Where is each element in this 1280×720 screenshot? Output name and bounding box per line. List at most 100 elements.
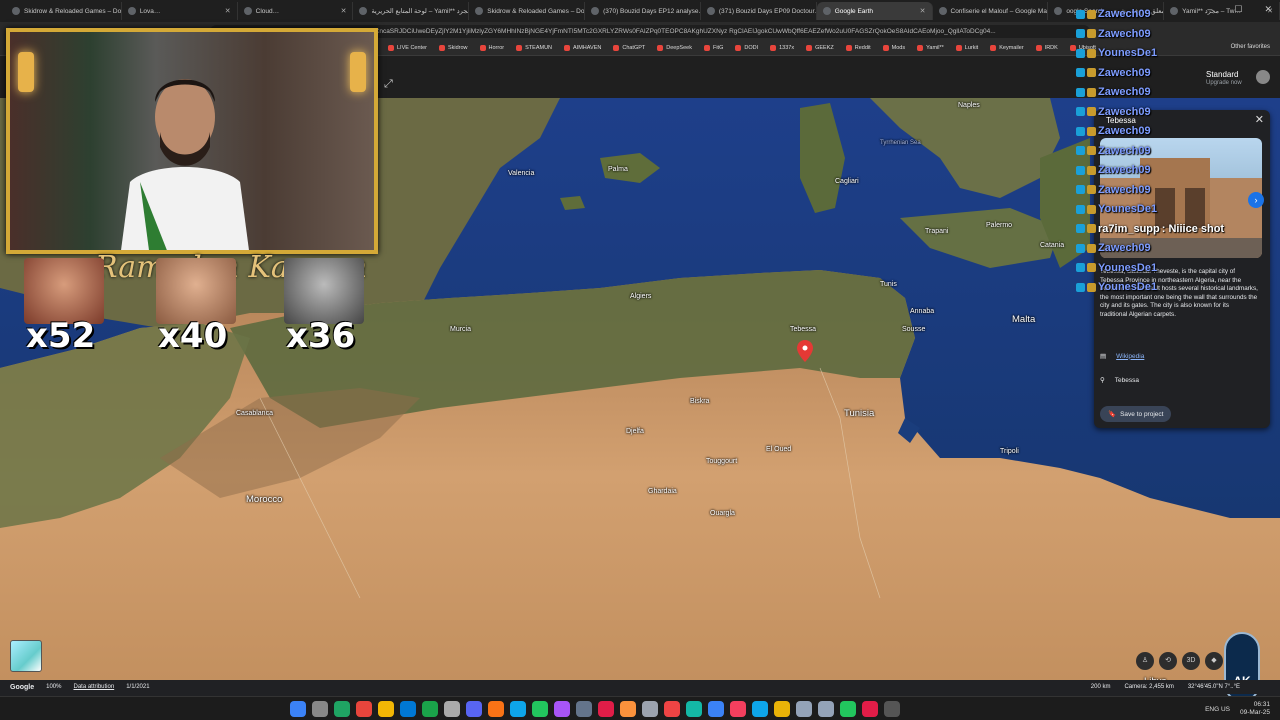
browser-tab[interactable]: (370) Bouzid Days EP12 analyse…✕ [585,2,701,20]
save-to-project-button[interactable]: 🔖 Save to project [1100,406,1172,422]
taskbar-app-icon[interactable] [422,701,438,717]
subscriber-badge-icon [1076,282,1085,292]
bookmark-item[interactable]: Mods [882,44,905,51]
data-attribution-link[interactable]: Data attribution [73,684,114,690]
bookmark-label: Lurkit [964,44,979,51]
chat-username[interactable]: Zawech09 [1098,106,1151,118]
bookmark-item[interactable]: Skidrow [438,44,468,51]
chat-username[interactable]: Zawech09 [1098,67,1151,79]
taskbar-app-icon[interactable] [444,701,460,717]
close-icon[interactable]: ✕ [225,7,231,15]
close-icon[interactable]: ✕ [341,7,347,15]
bookmark-item[interactable]: LIVE Center [388,44,427,51]
map-label: Touggourt [706,458,738,465]
chat-username[interactable]: YounesDe1 [1098,262,1157,274]
bookmark-item[interactable]: 1337x [770,44,794,51]
taskbar-app-icon[interactable] [466,701,482,717]
bookmark-item[interactable]: STEAMUN [516,44,552,51]
taskbar-app-icon[interactable] [400,701,416,717]
chat-username[interactable]: YounesDe1 [1098,203,1157,215]
tab-title: Lova… [139,7,161,15]
bookmark-item[interactable]: DODI [735,44,758,51]
bookmark-item[interactable]: Reddit [845,44,871,51]
bookmark-item[interactable]: Keymailer [990,44,1024,51]
language-indicator[interactable]: ENG US [1205,706,1230,713]
clock[interactable]: 06:31 09-Mar-25 [1240,701,1270,717]
expand-icon[interactable]: ⤢ [384,78,393,91]
bookmark-item[interactable]: Yamil** [917,44,944,51]
taskbar-app-icon[interactable] [884,701,900,717]
taskbar-app-icon[interactable] [554,701,570,717]
bookmark-label: GEEKZ [815,44,834,51]
taskbar-app-icon[interactable] [730,701,746,717]
bookmark-icon [917,44,924,51]
bookmark-item[interactable]: DeepSeek [657,44,692,51]
browser-tab[interactable]: Skidrow & Reloaded Games – Do…✕ [469,2,586,20]
taskbar-app-icon[interactable] [290,701,306,717]
chat-username[interactable]: Zawech09 [1098,86,1151,98]
taskbar-app-icon[interactable] [576,701,592,717]
taskbar-app-icon[interactable] [686,701,702,717]
taskbar-app-icon[interactable] [334,701,350,717]
close-icon[interactable]: ✕ [920,7,926,15]
browser-tab[interactable]: Google Earth ✕ [816,2,933,20]
taskbar-app-icon[interactable] [708,701,724,717]
chat-message: Zawech09 [1076,184,1153,196]
wikipedia-link[interactable]: Wikipedia [1116,353,1144,360]
browser-tab[interactable]: لوحة المتابع الحريرية – Yamil** مجرد✕ [353,2,470,20]
chat-username[interactable]: Zawech09 [1098,8,1151,20]
taskbar-app-icon[interactable] [510,701,526,717]
taskbar-app-icon[interactable] [620,701,636,717]
wikipedia-row[interactable]: ▤ Wikipedia [1100,352,1144,361]
place-row[interactable]: ⚲ Tebessa [1100,376,1139,385]
chat-username[interactable]: Zawech09 [1098,145,1151,157]
3d-toggle[interactable]: 3D [1182,652,1200,670]
taskbar-app-icon[interactable] [664,701,680,717]
bookmark-item[interactable]: FitG [703,44,723,51]
chat-username[interactable]: YounesDe1 [1098,281,1157,293]
taskbar-app-icon[interactable] [774,701,790,717]
map-label: Trapani [925,228,949,235]
bookmark-item[interactable]: Horror [479,44,504,51]
taskbar-app-icon[interactable] [488,701,504,717]
taskbar-app-icon[interactable] [840,701,856,717]
browser-tab[interactable]: Confiserie el Malouf – Google Ma…✕ [933,2,1049,20]
chat-message: Zawech09 [1076,67,1153,79]
taskbar-app-icon[interactable] [598,701,614,717]
bookmark-icon [657,44,664,51]
browser-tab[interactable]: Cloud… ✕ [238,2,354,20]
chat-username[interactable]: Zawech09 [1098,125,1151,137]
chat-username[interactable]: Zawech09 [1098,28,1151,40]
taskbar-app-icon[interactable] [818,701,834,717]
compass-icon[interactable]: ◆ [1205,652,1223,670]
browser-tab[interactable]: Lova… ✕ [122,2,238,20]
chat-username[interactable]: Zawech09 [1098,242,1151,254]
browser-tab[interactable]: (371) Bouzid Days EP09 Doctour…✕ [701,2,817,20]
bookmark-item[interactable]: IRDK [1035,44,1058,51]
taskbar-app-icon[interactable] [862,701,878,717]
coordinates: 32°46'45.0"N 7°..°E [1187,684,1240,690]
taskbar-app-icon[interactable] [312,701,328,717]
taskbar-app-icon[interactable] [356,701,372,717]
taskbar-app-icon[interactable] [642,701,658,717]
chat-username[interactable]: YounesDe1 [1098,47,1157,59]
taskbar-app-icon[interactable] [796,701,812,717]
bookmark-item[interactable]: Lurkit [955,44,979,51]
vip-badge-icon [1087,204,1096,214]
taskbar-app-icon[interactable] [378,701,394,717]
subscriber-badge-icon [1076,48,1085,58]
taskbar-app-icon[interactable] [752,701,768,717]
chat-username[interactable]: Zawech09 [1098,184,1151,196]
rotate-icon[interactable]: ⟲ [1159,652,1177,670]
browser-tab[interactable]: Skidrow & Reloaded Games – Do…✕ [6,2,122,20]
chat-username[interactable]: ra7im_supp [1098,223,1160,235]
map-label: Biskra [690,398,710,405]
bookmark-label: Skidrow [447,44,468,51]
bookmark-item[interactable]: ChatGPT [613,44,645,51]
bookmark-item[interactable]: AIMHAVEN [564,44,601,51]
taskbar-app-icon[interactable] [532,701,548,717]
subscriber-badge-icon [1076,165,1085,175]
bookmark-item[interactable]: GEEKZ [806,44,834,51]
chat-username[interactable]: Zawech09 [1098,164,1151,176]
pegman-icon[interactable]: ♙ [1136,652,1154,670]
